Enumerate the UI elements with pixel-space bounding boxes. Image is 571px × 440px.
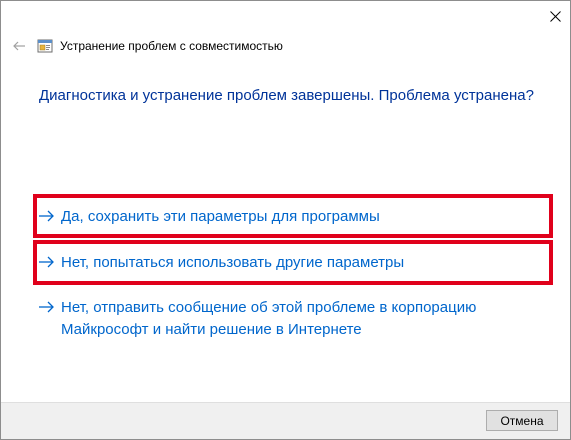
back-button[interactable]: [11, 38, 27, 54]
arrow-right-icon: [39, 297, 61, 317]
cancel-button[interactable]: Отмена: [486, 410, 558, 431]
troubleshooter-window: Устранение проблем с совместимостью Диаг…: [0, 0, 571, 440]
back-arrow-icon: [13, 41, 25, 51]
option-label: Нет, попытаться использовать другие пара…: [61, 254, 405, 271]
window-header: Устранение проблем с совместимостью: [11, 36, 283, 56]
option-label: Нет, отправить сообщение об этой проблем…: [61, 297, 476, 341]
troubleshooter-app-icon: [37, 39, 53, 53]
footer-bar: Отмена: [1, 402, 570, 439]
option-label-line-1: Нет, отправить сообщение об этой проблем…: [61, 299, 477, 316]
question-heading: Диагностика и устранение проблем заверше…: [39, 87, 534, 104]
option-save-settings[interactable]: Да, сохранить эти параметры для программ…: [39, 206, 380, 228]
close-button[interactable]: [540, 1, 570, 31]
option-label-line-2: Майкрософт и найти решение в Интернете: [61, 321, 362, 338]
option-send-report[interactable]: Нет, отправить сообщение об этой проблем…: [39, 297, 476, 341]
window-title: Устранение проблем с совместимостью: [60, 39, 283, 53]
option-try-other-settings[interactable]: Нет, попытаться использовать другие пара…: [39, 252, 404, 274]
close-icon: [549, 10, 561, 22]
arrow-right-icon: [39, 206, 61, 226]
option-label: Да, сохранить эти параметры для программ…: [61, 208, 380, 225]
arrow-right-icon: [39, 252, 61, 272]
